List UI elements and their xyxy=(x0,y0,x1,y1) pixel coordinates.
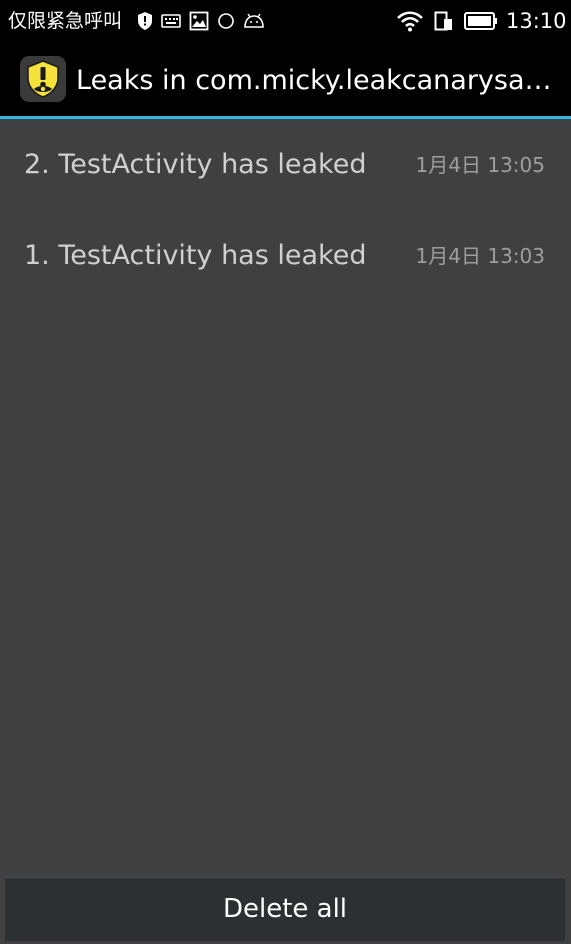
screen: 仅限紧急呼叫 13:10 Leaks in com.micky.leakcana… xyxy=(0,0,571,944)
leak-time: 1月4日 13:05 xyxy=(415,153,545,177)
leakcanary-app-icon[interactable] xyxy=(20,56,66,102)
delete-all-button[interactable]: Delete all xyxy=(5,877,565,941)
status-bar: 仅限紧急呼叫 13:10 xyxy=(0,0,571,43)
android-icon xyxy=(243,13,265,29)
image-icon xyxy=(189,11,209,31)
sim-icon xyxy=(434,11,454,31)
leak-list: 2. TestActivity has leaked 1月4日 13:05 1.… xyxy=(0,119,571,301)
wifi-icon xyxy=(396,10,424,32)
list-item[interactable]: 1. TestActivity has leaked 1月4日 13:03 xyxy=(0,210,571,301)
leak-time: 1月4日 13:03 xyxy=(415,244,545,268)
status-icons-left xyxy=(137,10,265,32)
carrier-text: 仅限紧急呼叫 xyxy=(8,10,123,32)
shield-icon xyxy=(137,11,153,31)
status-time: 13:10 xyxy=(506,9,567,33)
action-bar-title: Leaks in com.micky.leakcanarysample xyxy=(76,65,556,96)
list-item[interactable]: 2. TestActivity has leaked 1月4日 13:05 xyxy=(0,119,571,210)
leak-title: 2. TestActivity has leaked xyxy=(24,149,367,180)
status-icons-right xyxy=(396,9,498,33)
keyboard-icon xyxy=(161,14,181,28)
battery-icon xyxy=(464,12,498,30)
leak-title: 1. TestActivity has leaked xyxy=(24,240,367,271)
circle-icon xyxy=(217,12,235,30)
